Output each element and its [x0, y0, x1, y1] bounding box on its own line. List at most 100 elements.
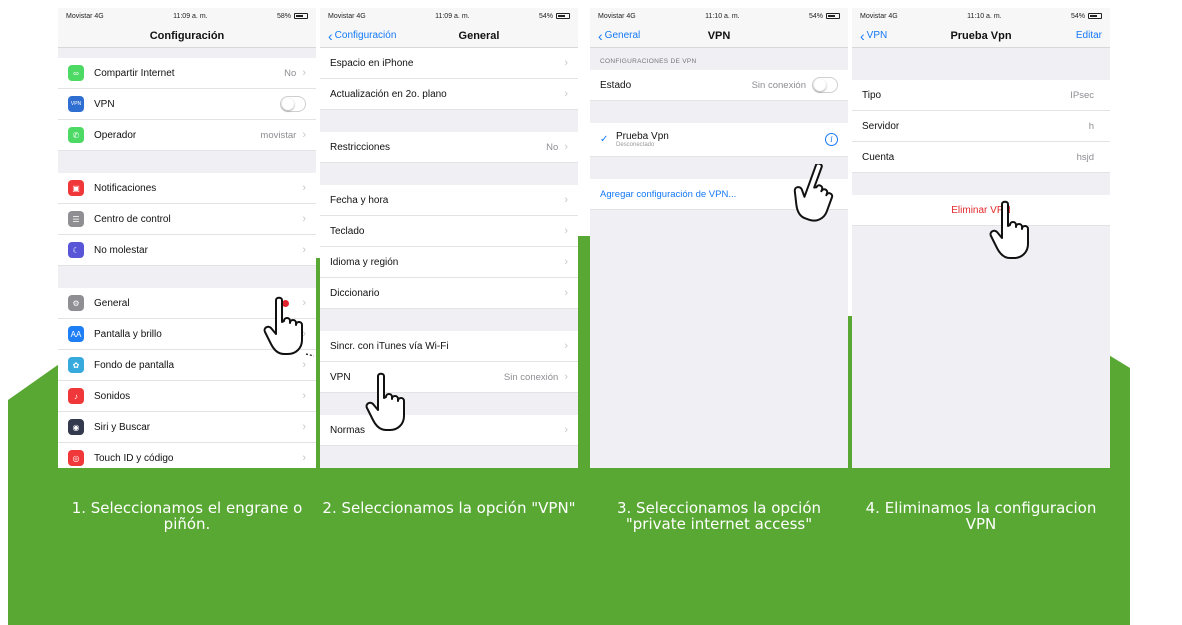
status-bar: Movistar 4G 11:09 a. m. 58%	[58, 8, 316, 24]
settings-row[interactable]: ▣ Notificaciones ›	[58, 173, 316, 204]
settings-row[interactable]: Idioma y región ›	[320, 247, 578, 278]
checkmark-icon: ✓	[600, 134, 609, 145]
clock-label: 11:09 a. m.	[435, 12, 470, 20]
row-label: Teclado	[330, 225, 365, 237]
settings-row[interactable]: ♪ Sonidos ›	[58, 381, 316, 412]
group-spacer	[320, 309, 578, 331]
step-caption-3: 3. Seleccionamos la opción "private inte…	[616, 499, 822, 533]
settings-row[interactable]: Servidor h	[852, 111, 1110, 142]
row-value: movistar	[260, 129, 297, 141]
tap-indicator-dot	[282, 300, 289, 307]
edit-button[interactable]: Editar	[1076, 30, 1102, 41]
row-value: IPsec	[1070, 89, 1094, 101]
battery-icon	[556, 13, 570, 19]
row-value: hsjd	[1076, 151, 1094, 163]
sound-icon: ♪	[68, 388, 84, 404]
battery-icon	[1088, 13, 1102, 19]
wallpaper-icon: ✿	[68, 357, 84, 373]
section-header: CONFIGURACIONES DE VPN	[590, 48, 848, 70]
status-bar: Movistar 4G 11:10 a. m. 54%	[590, 8, 848, 24]
group-spacer	[58, 48, 316, 58]
row-label: Normas	[330, 424, 366, 436]
carrier-label: Movistar 4G	[860, 12, 898, 20]
moon-icon: ☾	[68, 242, 84, 258]
vpn-status-row[interactable]: Estado Sin conexión	[590, 70, 848, 101]
step-caption-1: 1. Seleccionamos el engrane o piñón.	[71, 499, 303, 533]
vpn-config-row[interactable]: ✓ Prueba Vpn Desconectado i	[590, 123, 848, 157]
settings-row[interactable]: Fecha y hora ›	[320, 185, 578, 216]
row-label: Tipo	[862, 89, 882, 101]
row-label: Notificaciones	[94, 182, 157, 194]
info-icon[interactable]: i	[825, 133, 838, 146]
back-button[interactable]: ‹ Configuración	[328, 27, 397, 44]
step-caption-4: 4. Eliminamos la configuracion VPN	[865, 499, 1097, 533]
group-spacer	[320, 163, 578, 185]
row-label: Pantalla y brillo	[94, 328, 162, 340]
row-label: Cuenta	[862, 151, 895, 163]
step-caption-2: 2. Seleccionamos la opción "VPN"	[322, 499, 576, 517]
settings-row[interactable]: ☰ Centro de control ›	[58, 204, 316, 235]
row-label: Actualización en 2o. plano	[330, 88, 447, 100]
settings-row[interactable]: AA Pantalla y brillo ›	[58, 319, 316, 350]
settings-row[interactable]: ✆ Operador movistar ›	[58, 120, 316, 151]
settings-row[interactable]: ☾ No molestar ›	[58, 235, 316, 266]
carrier-label: Movistar 4G	[66, 12, 104, 20]
notifications-icon: ▣	[68, 180, 84, 196]
settings-row[interactable]: Normas ›	[320, 415, 578, 446]
chevron-right-icon: ›	[302, 182, 306, 194]
chevron-right-icon: ›	[302, 452, 306, 464]
row-label: Fecha y hora	[330, 194, 389, 206]
settings-row[interactable]: ◎ Touch ID y código ›	[58, 443, 316, 468]
row-label: Fondo de pantalla	[94, 359, 175, 371]
row-value: h	[1088, 120, 1094, 132]
settings-row[interactable]: Restricciones No ›	[320, 132, 578, 163]
chevron-right-icon: ›	[564, 225, 568, 237]
control-center-icon: ☰	[68, 211, 84, 227]
chevron-right-icon: ›	[302, 421, 306, 433]
back-label: Configuración	[334, 30, 397, 41]
add-vpn-config-link[interactable]: Agregar configuración de VPN...	[590, 179, 848, 210]
tutorial-stage: Movistar 4G 11:09 a. m. 58% Configuració…	[0, 0, 1182, 625]
chevron-right-icon: ›	[564, 57, 568, 69]
settings-row[interactable]: Cuenta hsjd	[852, 142, 1110, 173]
chevron-right-icon: ›	[564, 141, 568, 153]
row-label: VPN	[330, 371, 351, 383]
settings-row[interactable]: Tipo IPsec	[852, 80, 1110, 111]
carrier-label: Movistar 4G	[328, 12, 366, 20]
chevron-right-icon: ›	[302, 359, 306, 371]
nav-bar: ‹ General VPN	[590, 24, 848, 48]
row-label: Operador	[94, 129, 137, 141]
settings-row[interactable]: Teclado ›	[320, 216, 578, 247]
vpn-toggle[interactable]	[280, 96, 306, 112]
chevron-left-icon: ‹	[328, 27, 333, 44]
battery-label: 54%	[808, 12, 823, 20]
settings-row[interactable]: Actualización en 2o. plano ›	[320, 79, 578, 110]
row-label: Sincr. con iTunes vía Wi-Fi	[330, 340, 449, 352]
status-value: Sin conexión	[751, 79, 806, 91]
chevron-right-icon: ›	[564, 424, 568, 436]
delete-vpn-button[interactable]: Eliminar VPN	[852, 195, 1110, 226]
row-value: Sin conexión	[503, 371, 559, 383]
back-button[interactable]: ‹ General	[598, 29, 640, 43]
group-spacer	[58, 151, 316, 173]
settings-row[interactable]: VPN Sin conexión ›	[320, 362, 578, 393]
settings-row[interactable]: ∞ Compartir Internet No ›	[58, 58, 316, 89]
chevron-right-icon: ›	[302, 67, 306, 79]
row-label: Sonidos	[94, 390, 131, 402]
screen-general: Movistar 4G 11:09 a. m. 54% ‹ Configuraci…	[320, 8, 578, 468]
back-button[interactable]: ‹ VPN	[860, 29, 887, 43]
chevron-right-icon: ›	[564, 371, 568, 383]
settings-row[interactable]: Espacio en iPhone ›	[320, 48, 578, 79]
settings-row[interactable]: ✿ Fondo de pantalla ›	[58, 350, 316, 381]
vpn-toggle[interactable]	[812, 77, 838, 93]
battery-icon	[294, 13, 308, 19]
settings-row[interactable]: VPN VPN	[58, 89, 316, 120]
status-bar: Movistar 4G 11:09 a. m. 54%	[320, 8, 578, 24]
page-title: Configuración	[149, 29, 225, 42]
settings-row[interactable]: Diccionario ›	[320, 278, 578, 309]
page-title: Prueba Vpn	[950, 29, 1012, 42]
settings-row[interactable]: Sincr. con iTunes vía Wi-Fi ›	[320, 331, 578, 362]
row-label: VPN	[94, 98, 115, 110]
settings-row[interactable]: ⚙ General ›	[58, 288, 316, 319]
settings-row[interactable]: ◉ Siri y Buscar ›	[58, 412, 316, 443]
